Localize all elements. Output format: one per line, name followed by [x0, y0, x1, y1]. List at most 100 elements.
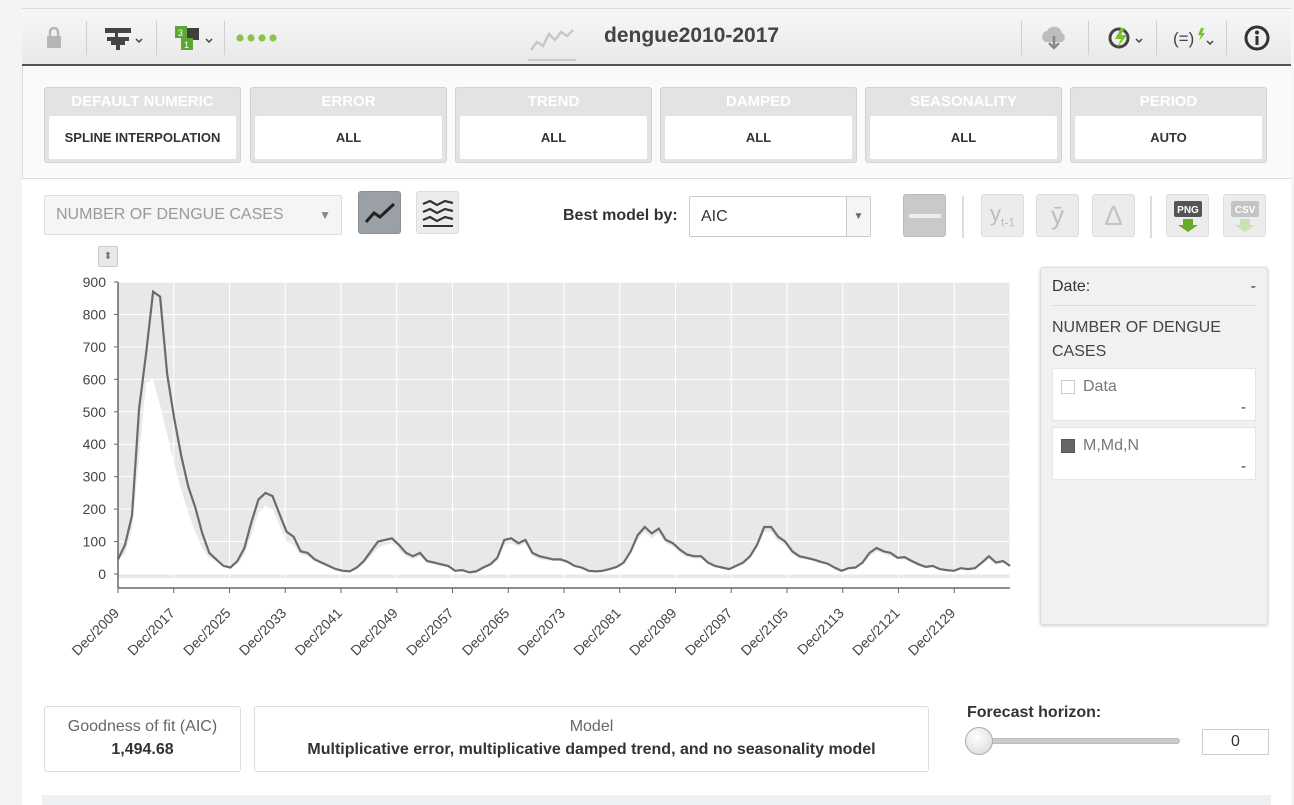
legend-field-name: NUMBER OF DENGUE CASES [1052, 319, 1221, 360]
best-model-select[interactable]: AIC ▼ [689, 196, 871, 237]
forecast-slider-handle[interactable] [965, 727, 993, 755]
band-icon [908, 213, 941, 218]
toolbar-separator [962, 196, 964, 238]
toolbar-separator [156, 21, 157, 55]
date-value: - [1250, 278, 1256, 295]
y-tick-label: 100 [83, 534, 107, 550]
card-header: TREND [527, 93, 580, 110]
series-icon [528, 19, 576, 61]
x-tick-label: Dec/2033 [236, 605, 290, 659]
svg-text:CSV: CSV [1234, 205, 1255, 216]
date-readout: Date: - [1052, 278, 1256, 306]
dataset-title: dengue2010-2017 [604, 24, 780, 47]
x-tick-label: Dec/2057 [403, 605, 457, 659]
info-icon[interactable] [1240, 23, 1274, 53]
tree-icon[interactable] [102, 23, 148, 53]
y-tick-label: 300 [83, 469, 107, 485]
toolbar-separator [1226, 21, 1227, 55]
csv-download-icon: CSV [1230, 200, 1259, 232]
model-label: Model [569, 718, 614, 735]
legend-entry-value: - [1241, 458, 1246, 475]
mean-button[interactable]: ȳ [1036, 194, 1079, 237]
toolbar-separator [86, 21, 87, 55]
model-box: Model Multiplicative error, multiplicati… [254, 706, 929, 772]
checkbox-icon[interactable] [1061, 380, 1075, 394]
bottom-strip [42, 795, 1271, 805]
best-model-label: Best model by: [563, 207, 678, 224]
card-period[interactable]: PERIOD AUTO [1070, 87, 1267, 163]
delta-icon: Δ [1104, 199, 1123, 231]
y-tick-label: 200 [83, 501, 107, 517]
y-tick-label: 0 [98, 566, 106, 582]
refresh-icon[interactable] [1104, 23, 1150, 53]
legend-entry-value: - [1241, 399, 1246, 416]
checkbox-icon[interactable] [1061, 439, 1075, 453]
multi-line-view-button[interactable] [416, 191, 459, 234]
goodness-of-fit-box: Goodness of fit (AIC) 1,494.68 [44, 706, 241, 772]
formula-icon[interactable]: (=) [1170, 23, 1220, 53]
png-export-button[interactable]: PNG [1166, 194, 1209, 237]
multi-line-icon [422, 199, 453, 227]
field-select-value: NUMBER OF DENGUE CASES [56, 206, 284, 223]
chevron-down-icon: ▼ [319, 208, 331, 222]
card-header: DEFAULT NUMERIC [71, 93, 214, 110]
card-value: ALL [870, 116, 1057, 159]
card-trend[interactable]: TREND ALL [455, 87, 652, 163]
forecast-slider-track[interactable] [976, 738, 1180, 744]
progress-dots-icon [234, 23, 284, 53]
card-value: SPLINE INTERPOLATION [49, 116, 236, 159]
x-tick-label: Dec/2113 [794, 605, 847, 658]
y-tick-label: 900 [83, 274, 107, 290]
best-model-value: AIC [701, 208, 728, 225]
dataset-icon[interactable]: 31 [172, 23, 218, 53]
svg-text:3: 3 [178, 28, 183, 38]
x-tick-label: Dec/2089 [626, 605, 680, 659]
difference-button[interactable]: Δ [1092, 194, 1135, 237]
card-header: ERROR [321, 93, 376, 110]
x-tick-label: Dec/2009 [68, 605, 122, 659]
model-description: Multiplicative error, multiplicative dam… [307, 741, 876, 758]
forecast-horizon-label: Forecast horizon: [967, 704, 1102, 721]
lock-icon[interactable] [40, 23, 68, 53]
card-seasonality[interactable]: SEASONALITY ALL [865, 87, 1062, 163]
x-tick-label: Dec/2041 [291, 605, 345, 659]
field-select[interactable]: NUMBER OF DENGUE CASES ▼ [44, 195, 342, 235]
legend-entry-data[interactable]: Data - [1052, 368, 1256, 421]
y-tick-label: 400 [83, 436, 107, 452]
toolbar-separator [1156, 21, 1157, 55]
date-label: Date: [1052, 278, 1091, 295]
fit-value: 1,494.68 [111, 741, 174, 758]
card-value: AUTO [1075, 116, 1262, 159]
card-default-numeric[interactable]: DEFAULT NUMERIC SPLINE INTERPOLATION [44, 87, 241, 163]
card-value: ALL [460, 116, 647, 159]
csv-export-button[interactable]: CSV [1223, 194, 1266, 237]
x-tick-label: Dec/2065 [459, 605, 513, 659]
card-header: PERIOD [1139, 93, 1198, 110]
x-tick-label: Dec/2017 [124, 605, 178, 659]
lag-button[interactable]: yt-1 [981, 194, 1024, 237]
band-toggle-button[interactable] [903, 194, 946, 237]
x-tick-label: Dec/2129 [905, 605, 959, 659]
card-damped[interactable]: DAMPED ALL [660, 87, 857, 163]
download-icon[interactable] [1036, 23, 1072, 53]
card-error[interactable]: ERROR ALL [250, 87, 447, 163]
x-tick-label: Dec/2081 [570, 605, 624, 659]
x-tick-label: Dec/2105 [737, 605, 791, 659]
time-series-chart[interactable]: 0100200300400500600700800900Dec/2009 Dec/… [40, 270, 1030, 680]
legend-entry-model[interactable]: M,Md,N - [1052, 427, 1256, 480]
y-tick-label: 700 [83, 339, 107, 355]
reset-zoom-button[interactable]: ⬍ [98, 246, 118, 267]
svg-text:(=): (=) [1173, 29, 1194, 48]
mean-icon: ȳ [1051, 200, 1064, 230]
forecast-horizon-input[interactable]: 0 [1202, 729, 1269, 755]
toolbar-separator [1150, 196, 1152, 238]
x-tick-label: Dec/2049 [347, 605, 401, 659]
toolbar-separator [1021, 21, 1022, 55]
x-tick-label: Dec/2025 [180, 605, 234, 659]
chevron-down-icon: ▼ [846, 197, 870, 236]
svg-text:PNG: PNG [1177, 205, 1199, 216]
line-chart-icon [364, 202, 395, 223]
collapse-icon: ⬍ [103, 251, 113, 262]
card-value: ALL [255, 116, 442, 159]
line-view-button[interactable] [358, 191, 401, 234]
